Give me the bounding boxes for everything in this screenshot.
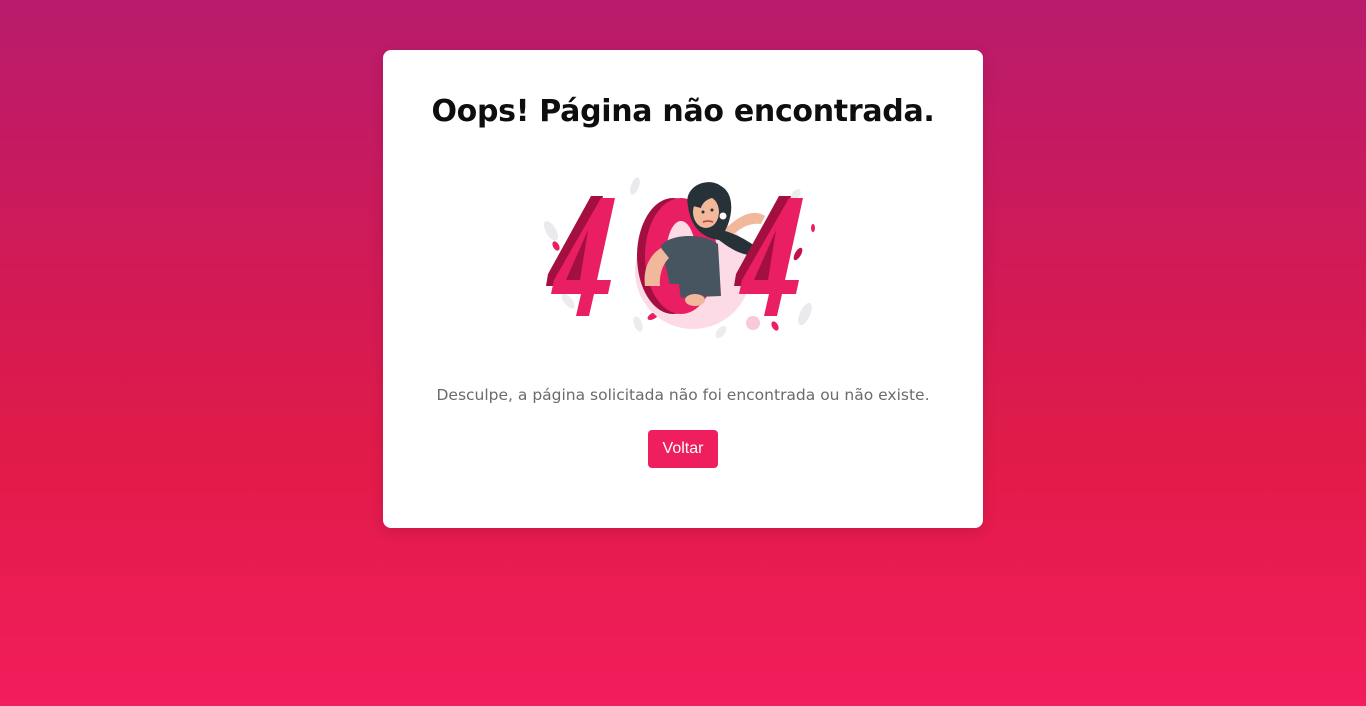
- error-card: Oops! Página não encontrada. Desculpe, a…: [383, 50, 983, 528]
- back-button[interactable]: Voltar: [648, 430, 718, 468]
- 404-illustration: [543, 176, 823, 342]
- 404-woman-illustration-icon: [544, 177, 815, 338]
- page-title: Oops! Página não encontrada.: [431, 94, 935, 129]
- error-message: Desculpe, a página solicitada não foi en…: [436, 386, 930, 404]
